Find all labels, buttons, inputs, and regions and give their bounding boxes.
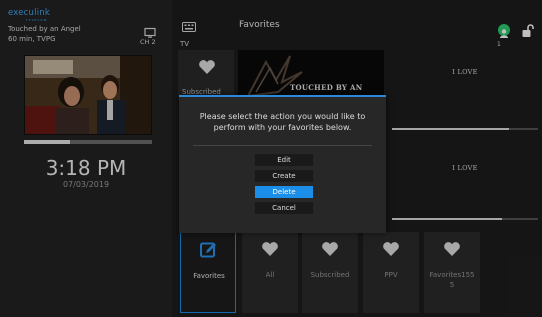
dialog-message: Please select the action you would like … <box>199 112 366 132</box>
favorites-action-dialog: Please select the action you would like … <box>179 95 386 233</box>
cancel-button[interactable]: Cancel <box>255 202 313 214</box>
create-button[interactable]: Create <box>255 170 313 182</box>
edit-button[interactable]: Edit <box>255 154 313 166</box>
delete-button[interactable]: Delete <box>255 186 313 198</box>
dialog-divider <box>193 145 372 146</box>
